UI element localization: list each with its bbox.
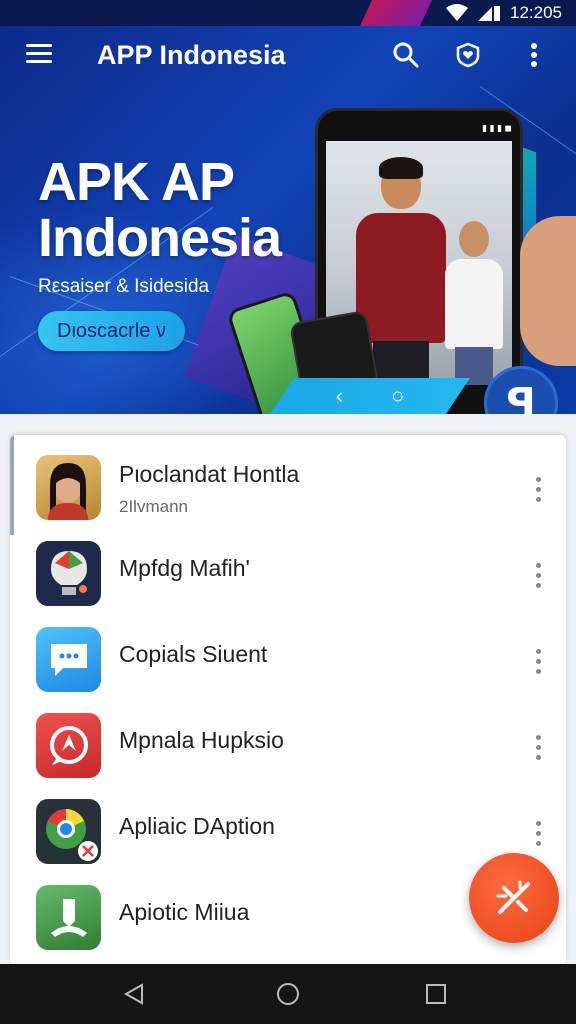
status-bar: 12:205 <box>0 0 576 26</box>
hand-illustration <box>520 216 576 366</box>
list-item[interactable]: Apliaic DAption <box>10 789 566 875</box>
list-item[interactable]: Copials Siuent <box>10 617 566 703</box>
wifi-icon <box>446 4 468 21</box>
app-title: APP Indonesia <box>97 40 286 70</box>
hero-subtitle: Rεsaiser & Isidesida <box>38 276 210 297</box>
more-vert-icon[interactable] <box>534 563 542 591</box>
app-name: Copials Siuent <box>119 641 268 667</box>
more-vert-icon[interactable] <box>534 649 542 677</box>
sparkle-tool-icon <box>496 880 530 914</box>
chat-bubble-icon <box>36 627 101 692</box>
circle-icon[interactable]: ○ <box>391 383 404 409</box>
app-name: Pιoclandat Hontla <box>119 461 300 487</box>
red-chat-icon <box>36 713 101 778</box>
app-bar: APP Indonesia <box>0 26 576 84</box>
app-meta: 2Ilvmann <box>119 497 188 516</box>
app-name: Mpfdg Mafih' <box>119 555 250 581</box>
bulb-app-icon <box>36 541 101 606</box>
green-app-icon <box>36 885 101 950</box>
search-icon[interactable] <box>390 39 422 71</box>
app-name: Apiotic Miiua <box>119 899 250 925</box>
hero-headline-line1: APK AP <box>38 152 235 212</box>
app-name: Apliaic DAption <box>119 813 275 839</box>
person-photo-icon <box>36 455 101 520</box>
back-icon[interactable] <box>122 982 146 1006</box>
person-illustration <box>441 221 507 385</box>
home-icon[interactable] <box>276 982 300 1006</box>
browser-app-icon <box>36 799 101 864</box>
list-item[interactable]: Pιoclandat Hontla 2Ilvmann <box>10 445 566 531</box>
app-name: Mpnala Hupksio <box>119 727 284 753</box>
recents-icon[interactable] <box>424 982 448 1006</box>
hero-discover-button[interactable]: Dιoscacrle ν <box>38 311 185 351</box>
more-vert-icon[interactable] <box>534 477 542 505</box>
more-vert-icon[interactable] <box>534 735 542 763</box>
status-time: 12:205 <box>510 3 562 22</box>
menu-icon[interactable] <box>26 44 52 66</box>
more-vert-icon[interactable] <box>534 821 542 849</box>
more-vert-icon[interactable] <box>518 39 550 71</box>
list-item[interactable]: Mpfdg Mafih' <box>10 531 566 617</box>
system-navigation-bar <box>0 964 576 1024</box>
heart-shield-icon[interactable] <box>452 39 484 71</box>
chevron-left-icon[interactable]: ‹ <box>336 383 343 409</box>
hero-nav-pill[interactable]: ‹ ○ <box>270 378 470 414</box>
hero-headline-line2: Indonesia <box>38 208 282 268</box>
sparkle-tool-fab[interactable] <box>469 853 559 943</box>
list-item[interactable]: Mpnala Hupksio <box>10 703 566 789</box>
status-right: 12:205 <box>446 3 562 23</box>
signal-icon <box>478 6 500 21</box>
hero-text: APK AP Indonesia Rεsaiser & Isidesida <box>38 152 282 298</box>
status-decoration <box>359 0 433 26</box>
hero-banner[interactable]: APK AP Indonesia Rεsaiser & Isidesida Dι… <box>0 26 576 414</box>
